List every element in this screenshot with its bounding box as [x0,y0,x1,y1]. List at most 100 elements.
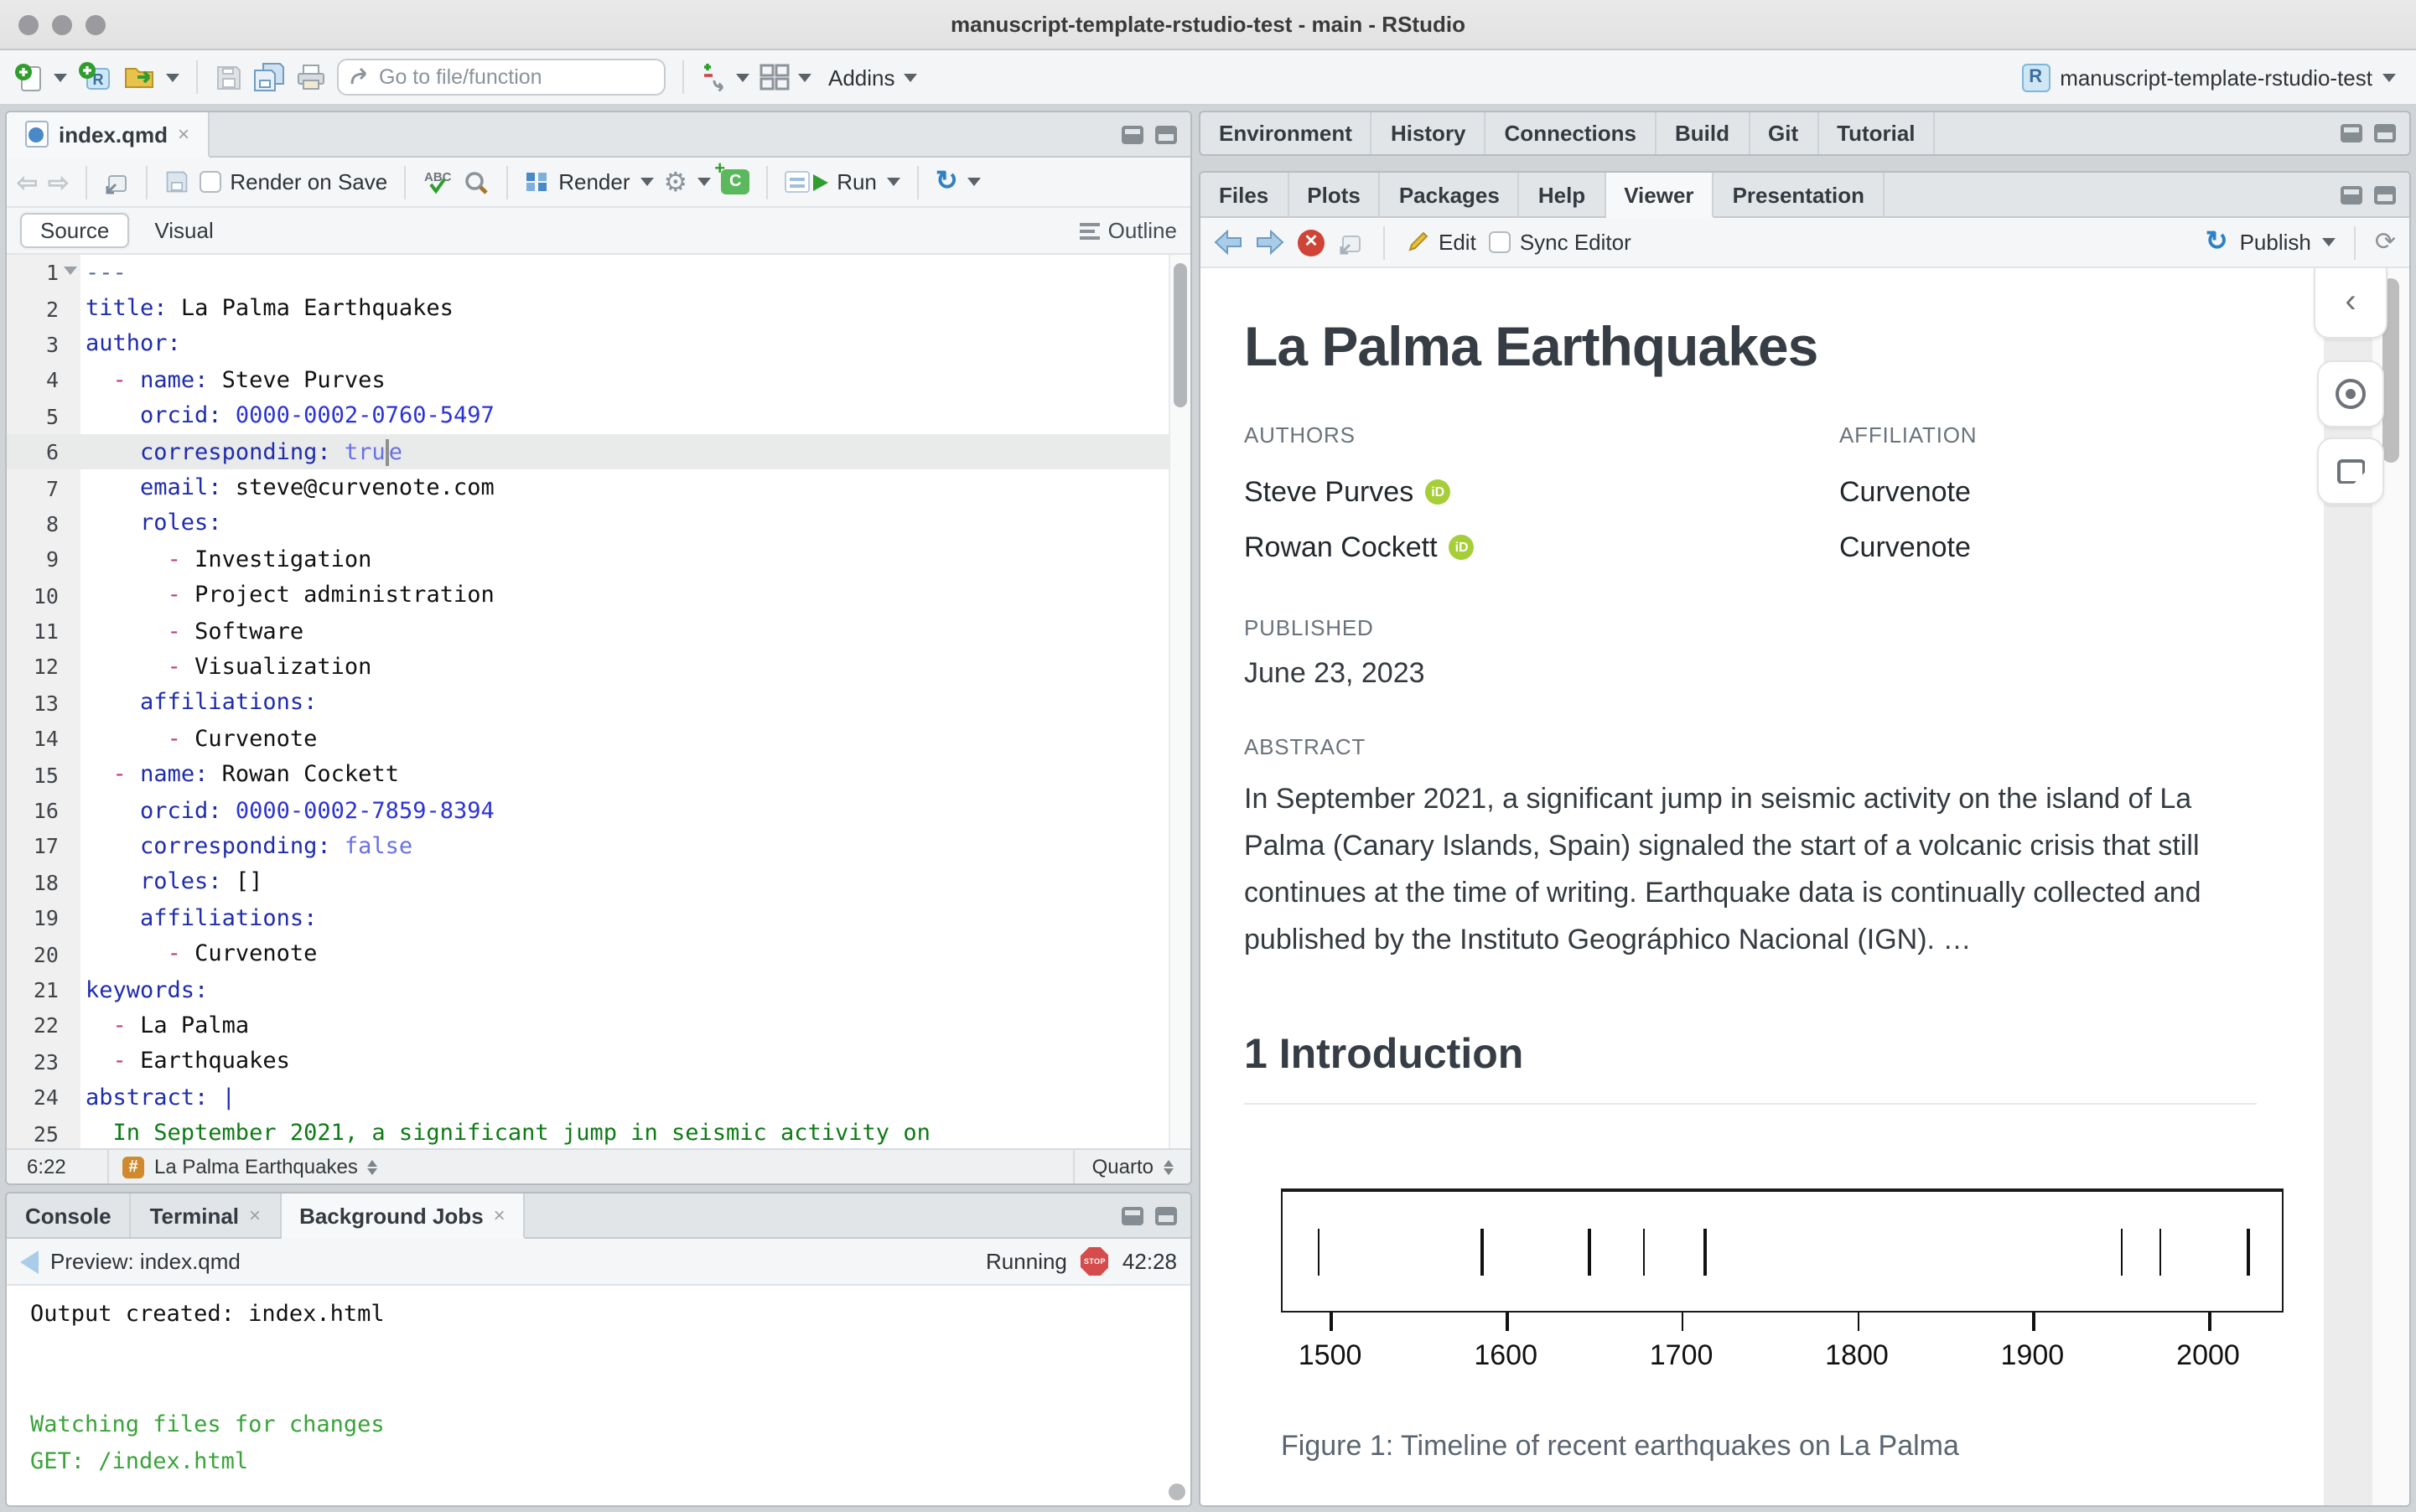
visual-mode-button[interactable]: Visual [136,215,231,246]
gear-icon[interactable]: ⚙ [664,165,688,199]
code-line-22[interactable]: 22 - La Palma [7,1007,1190,1043]
run-button[interactable]: Run [785,169,877,194]
code-line-12[interactable]: 12 - Visualization [7,650,1190,686]
viewer-popout-icon[interactable] [1338,230,1363,254]
tab-environment[interactable]: Environment [1200,112,1372,154]
popout-editor-icon[interactable] [104,170,129,194]
maximize-pane-icon[interactable] [1155,1206,1177,1225]
code-line-13[interactable]: 13 affiliations: [7,685,1190,721]
source-mode-button[interactable]: Source [20,213,130,248]
code-line-4[interactable]: 4 - name: Steve Purves [7,362,1190,398]
close-tab-icon[interactable]: × [249,1204,261,1227]
collapse-sidebar-button[interactable]: ‹ [2314,268,2387,339]
spellcheck-icon[interactable]: ABC [423,168,453,196]
tab-files[interactable]: Files [1200,173,1289,216]
code-line-10[interactable]: 10 - Project administration [7,577,1190,614]
tab-presentation[interactable]: Presentation [1714,173,1885,216]
jobs-back-icon[interactable] [20,1250,39,1273]
tab-history[interactable]: History [1372,112,1486,154]
goto-file-input[interactable] [379,65,630,89]
code-line-9[interactable]: 9 - Investigation [7,541,1190,577]
version-control-icon[interactable] [701,60,728,94]
code-line-23[interactable]: 23 - Earthquakes [7,1043,1190,1080]
maximize-pane-icon[interactable] [2374,185,2396,204]
code-line-2[interactable]: 2 title: La Palma Earthquakes [7,291,1190,327]
save-doc-icon[interactable] [164,169,189,194]
code-line-16[interactable]: 16 orcid: 0000-0002-7859-8394 [7,793,1190,829]
orcid-icon[interactable]: iD [1449,535,1475,560]
close-tab-icon[interactable]: × [178,122,189,146]
close-tab-icon[interactable]: × [494,1204,505,1227]
code-line-8[interactable]: 8 roles: [7,505,1190,541]
code-line-7[interactable]: 7 email: steve@curvenote.com [7,470,1190,506]
editor-scrollbar-thumb[interactable] [1174,263,1187,407]
jobs-output[interactable]: Output created: index.html Watching files… [7,1286,1190,1505]
nav-back-icon[interactable]: ⇦ [17,167,38,197]
stop-job-icon[interactable]: STOP [1080,1247,1109,1276]
sync-editor-toggle[interactable]: Sync Editor [1489,230,1631,255]
code-line-18[interactable]: 18 roles: [] [7,864,1190,900]
tab-viewer[interactable]: Viewer [1605,173,1714,218]
code-line-24[interactable]: 24 abstract: | [7,1080,1190,1116]
publish-dropdown[interactable] [2322,238,2336,246]
code-line-17[interactable]: 17 corresponding: false [7,829,1190,865]
code-editor[interactable]: 1 --- 2 title: La Palma Earthquakes 3 author:… [7,255,1190,1148]
editor-scrollbar[interactable] [1169,255,1190,1148]
open-recent-dropdown[interactable] [166,73,179,81]
save-icon[interactable] [215,63,243,91]
viewer-back-icon[interactable] [1214,230,1242,255]
minimize-pane-icon[interactable] [1122,125,1143,143]
version-control-dropdown[interactable] [736,73,749,81]
new-file-icon[interactable] [13,61,45,93]
tab-tutorial[interactable]: Tutorial [1818,112,1936,154]
close-window-button[interactable] [18,15,39,35]
code-line-5[interactable]: 5 orcid: 0000-0002-0760-5497 [7,398,1190,434]
tab-packages[interactable]: Packages [1381,173,1520,216]
publish-button[interactable]: Publish [2240,230,2311,255]
goto-file-search[interactable] [337,59,666,96]
find-replace-icon[interactable] [463,168,490,195]
clear-viewer-icon[interactable]: ✕ [1298,229,1325,256]
insert-chunk-icon[interactable]: C [714,159,750,194]
section-jump-menu[interactable]: # La Palma Earthquakes [107,1150,1074,1183]
nav-forward-icon[interactable]: ⇨ [48,167,69,197]
render-on-save-checkbox[interactable] [200,171,222,193]
minimize-window-button[interactable] [52,15,72,35]
open-file-icon[interactable] [122,62,158,92]
code-line-21[interactable]: 21 keywords: [7,972,1190,1008]
minimize-pane-icon[interactable] [2341,185,2362,204]
code-line-1[interactable]: 1 --- [7,255,1190,291]
tab-connections[interactable]: Connections [1486,112,1656,154]
options-dropdown[interactable] [697,178,712,186]
minimize-pane-icon[interactable] [1122,1206,1143,1225]
new-project-icon[interactable]: R [77,60,112,94]
tab-plots[interactable]: Plots [1288,173,1381,216]
code-line-11[interactable]: 11 - Software [7,614,1190,650]
code-line-19[interactable]: 19 affiliations: [7,900,1190,936]
project-menu[interactable]: R manuscript-template-rstudio-test [2021,63,2403,91]
code-line-3[interactable]: 3 author: [7,327,1190,363]
new-file-dropdown[interactable] [54,73,67,81]
render-on-save-toggle[interactable]: Render on Save [200,169,387,194]
save-all-icon[interactable] [253,62,285,92]
notes-button[interactable] [2317,438,2384,505]
minimize-pane-icon[interactable] [2341,124,2362,142]
render-dropdown[interactable] [640,178,654,186]
rerun-dropdown[interactable] [967,178,982,186]
viewer-forward-icon[interactable] [1256,230,1284,255]
maximize-pane-icon[interactable] [1155,125,1177,143]
doc-type-menu[interactable]: Quarto [1073,1150,1190,1183]
console-scrollbar-thumb[interactable] [1169,1484,1185,1500]
zoom-window-button[interactable] [86,15,106,35]
run-dropdown[interactable] [886,178,900,186]
source-rerun-icon[interactable]: ↻ [936,168,958,195]
print-icon[interactable] [295,62,327,92]
workspace-panes-dropdown[interactable] [798,73,811,81]
tab-build[interactable]: Build [1656,112,1750,154]
sync-editor-checkbox[interactable] [1489,231,1511,253]
addins-menu[interactable]: Addins [822,61,924,93]
code-line-6[interactable]: 6 corresponding: tru e [7,433,1190,470]
code-line-25[interactable]: 25 In September 2021, a significant jump… [7,1116,1190,1148]
tab-terminal[interactable]: Terminal × [132,1194,282,1237]
reader-view-button[interactable] [2317,360,2384,427]
